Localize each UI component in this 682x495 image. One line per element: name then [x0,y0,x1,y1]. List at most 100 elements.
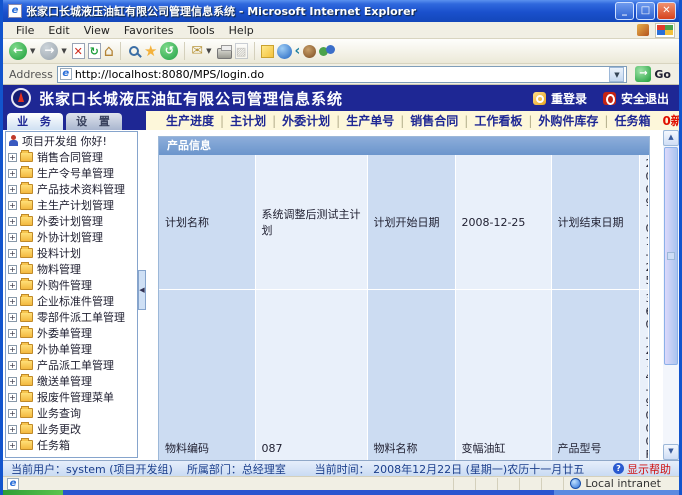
info-field-label: 计划名称 [159,155,255,290]
department-label: 所属部门： [187,461,242,477]
messenger-plugin-icon[interactable] [277,44,292,59]
expand-icon[interactable]: + [8,361,17,370]
sidebar-item-0[interactable]: +销售合同管理 [6,149,137,165]
show-help-link[interactable]: ? 显示帮助 [613,461,671,477]
sidebar-item-14[interactable]: +缴送单管理 [6,373,137,389]
expand-icon[interactable]: + [8,441,17,450]
expand-icon[interactable]: + [8,249,17,258]
maximize-button[interactable]: □ [636,2,655,20]
expand-icon[interactable]: + [8,281,17,290]
home-button[interactable]: ⌂ [104,42,114,60]
page-scroll-up-icon[interactable]: ▲ [663,130,679,146]
history-icon[interactable]: ↺ [160,42,178,60]
expand-icon[interactable]: + [8,297,17,306]
expand-icon[interactable]: + [8,201,17,210]
go-button[interactable]: → Go [631,66,675,82]
nav-item-0[interactable]: 生产进度 [160,114,220,128]
address-dropdown-icon[interactable]: ▼ [609,67,624,82]
menu-item-tools[interactable]: Tools [181,24,222,37]
nav-item-3[interactable]: 生产单号 [340,114,400,128]
expand-icon[interactable]: + [8,153,17,162]
folder-icon [20,312,33,322]
expand-icon[interactable]: + [8,329,17,338]
logout-button[interactable]: 安全退出 [603,90,669,107]
sidebar-item-12[interactable]: +外协单管理 [6,341,137,357]
windows-taskbar[interactable] [3,490,679,495]
nav-item-7[interactable]: 任务箱 [608,114,656,128]
address-url[interactable]: http://localhost:8080/MPS/login.do [75,68,607,81]
menu-item-favorites[interactable]: Favorites [117,24,181,37]
menu-item-view[interactable]: View [77,24,117,37]
page-scroll-thumb[interactable] [664,147,678,365]
sidebar-item-5[interactable]: +外协计划管理 [6,229,137,245]
menu-item-file[interactable]: File [9,24,41,37]
nav-item-6[interactable]: 外购件库存 [532,114,604,128]
expand-icon[interactable]: + [8,425,17,434]
back-dropdown-icon[interactable]: ▼ [30,47,35,55]
search-icon[interactable] [129,46,139,56]
expand-icon[interactable]: + [8,265,17,274]
expand-icon[interactable]: + [8,393,17,402]
sidebar-item-8[interactable]: +外购件管理 [6,277,137,293]
sidebar-item-6[interactable]: +投料计划 [6,245,137,261]
edit-button[interactable]: ▨ [235,43,248,59]
plugin-menu-icon[interactable] [637,24,649,36]
address-field[interactable]: e http://localhost:8080/MPS/login.do ▼ [57,66,628,83]
sidebar-item-17[interactable]: +业务更改 [6,421,137,437]
expand-icon[interactable]: + [8,169,17,178]
sidebar-item-18[interactable]: +任务箱 [6,437,137,453]
favorites-icon[interactable]: ★ [144,42,157,60]
tab-business[interactable]: 业 务 [7,113,63,130]
expand-icon[interactable]: + [8,217,17,226]
expand-icon[interactable]: + [8,233,17,242]
research-plugin-icon[interactable]: ‹ [295,43,301,59]
menu-item-help[interactable]: Help [222,24,261,37]
sidebar-item-13[interactable]: +产品派工单管理 [6,357,137,373]
minimize-button[interactable]: _ [615,2,634,20]
refresh-button[interactable]: ↻ [88,43,101,59]
relogin-button[interactable]: 重登录 [533,90,587,107]
sidebar-item-7[interactable]: +物料管理 [6,261,137,277]
expand-icon[interactable]: + [8,409,17,418]
sidebar-item-15[interactable]: +报废件管理菜单 [6,389,137,405]
info-field-label: 计划结束日期 [551,155,639,290]
collapse-sidebar-button[interactable]: ◀ [138,270,146,310]
tab-settings[interactable]: 设 置 [66,113,122,130]
forward-button[interactable]: → [40,42,58,60]
stop-button[interactable]: ✕ [72,43,85,59]
expand-icon[interactable]: + [8,345,17,354]
expand-icon[interactable]: + [8,313,17,322]
sidebar-item-label: 业务查询 [37,405,81,421]
sidebar-splitter[interactable]: ◀ [138,130,148,460]
zone-label: Local intranet [585,477,661,490]
expand-icon[interactable]: + [8,185,17,194]
sidebar-item-3[interactable]: +主生产计划管理 [6,197,137,213]
sidebar-item-9[interactable]: +企业标准件管理 [6,293,137,309]
notes-plugin-icon[interactable] [261,45,274,58]
sidebar-item-10[interactable]: +零部件派工单管理 [6,309,137,325]
contacts-plugin-icon[interactable] [319,44,336,59]
nav-item-1[interactable]: 主计划 [224,114,272,128]
debug-plugin-icon[interactable] [303,45,316,58]
mail-icon[interactable]: ✉ [191,43,203,59]
sidebar-item-2[interactable]: +产品技术资料管理 [6,181,137,197]
nav-item-2[interactable]: 外委计划 [276,114,336,128]
sidebar-item-4[interactable]: +外委计划管理 [6,213,137,229]
current-user-value: system (项目开发组) [66,461,173,477]
print-icon[interactable] [217,48,232,59]
close-button[interactable]: ✕ [657,2,676,20]
back-button[interactable]: ← [9,42,27,60]
forward-dropdown-icon[interactable]: ▼ [61,47,66,55]
mail-dropdown-icon[interactable]: ▼ [206,47,211,55]
sidebar-item-1[interactable]: + 生产令号单管理 [6,165,137,181]
sidebar-item-11[interactable]: +外委单管理 [6,325,137,341]
page-scroll-down-icon[interactable]: ▼ [663,444,679,460]
sidebar-item-label: 生产令号单管理 [37,165,114,181]
nav-item-5[interactable]: 工作看板 [468,114,528,128]
menu-item-edit[interactable]: Edit [41,24,76,37]
nav-item-4[interactable]: 销售合同 [404,114,464,128]
sidebar-item-16[interactable]: + 业务查询 [6,405,137,421]
page-vertical-scrollbar[interactable]: ▲ ▼ [663,130,679,460]
expand-icon[interactable]: + [8,377,17,386]
start-button-edge[interactable] [3,490,63,495]
